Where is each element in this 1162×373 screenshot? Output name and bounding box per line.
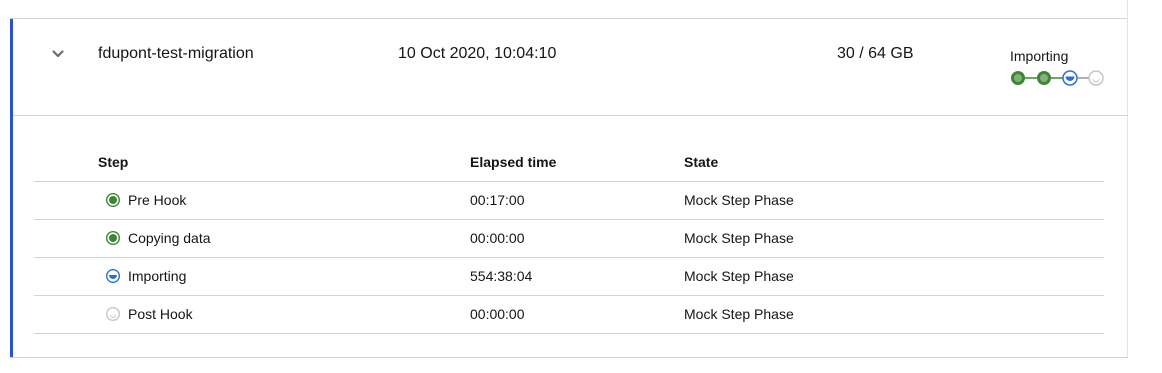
step-state: Mock Step Phase <box>684 192 794 208</box>
row-divider <box>34 257 1104 258</box>
step-name: Importing <box>128 268 187 284</box>
column-header-state: State <box>684 154 719 170</box>
step-elapsed: 00:00:00 <box>470 230 525 246</box>
step-elapsed: 00:00:00 <box>470 306 525 322</box>
half-circle-icon <box>1062 70 1078 86</box>
step-state: Mock Step Phase <box>684 268 794 284</box>
check-circle-icon <box>106 193 120 207</box>
step-state: Mock Step Phase <box>684 306 794 322</box>
chevron-down-icon[interactable] <box>51 47 65 61</box>
step-name: Pre Hook <box>128 192 187 208</box>
plan-status-label: Importing <box>1010 48 1069 64</box>
check-circle-icon <box>1011 71 1025 85</box>
scroll-edge <box>1127 0 1128 358</box>
expanded-row-accent <box>10 19 13 358</box>
step-elapsed: 554:38:04 <box>470 268 533 284</box>
column-header-elapsed-time: Elapsed time <box>470 154 557 170</box>
plan-size: 30 / 64 GB <box>837 45 914 62</box>
step-name: Post Hook <box>128 306 193 322</box>
plan-name: fdupont-test-migration <box>98 45 254 62</box>
check-circle-icon <box>1037 71 1051 85</box>
progress-stepper <box>1011 70 1104 86</box>
step-state: Mock Step Phase <box>684 230 794 246</box>
plan-start-time: 10 Oct 2020, 10:04:10 <box>398 45 557 62</box>
step-name: Copying data <box>128 230 211 246</box>
row-top-border <box>10 18 1128 19</box>
empty-circle-icon <box>1088 70 1104 86</box>
row-divider <box>34 219 1104 220</box>
row-divider <box>34 295 1104 296</box>
empty-circle-icon <box>106 307 120 321</box>
row-bottom-border <box>10 357 1128 358</box>
expanded-content-divider <box>13 115 1128 116</box>
check-circle-icon <box>106 231 120 245</box>
row-divider <box>34 333 1104 334</box>
step-elapsed: 00:17:00 <box>470 192 525 208</box>
table-header-divider <box>34 181 1104 182</box>
half-circle-icon <box>106 269 120 283</box>
column-header-step: Step <box>98 154 129 170</box>
